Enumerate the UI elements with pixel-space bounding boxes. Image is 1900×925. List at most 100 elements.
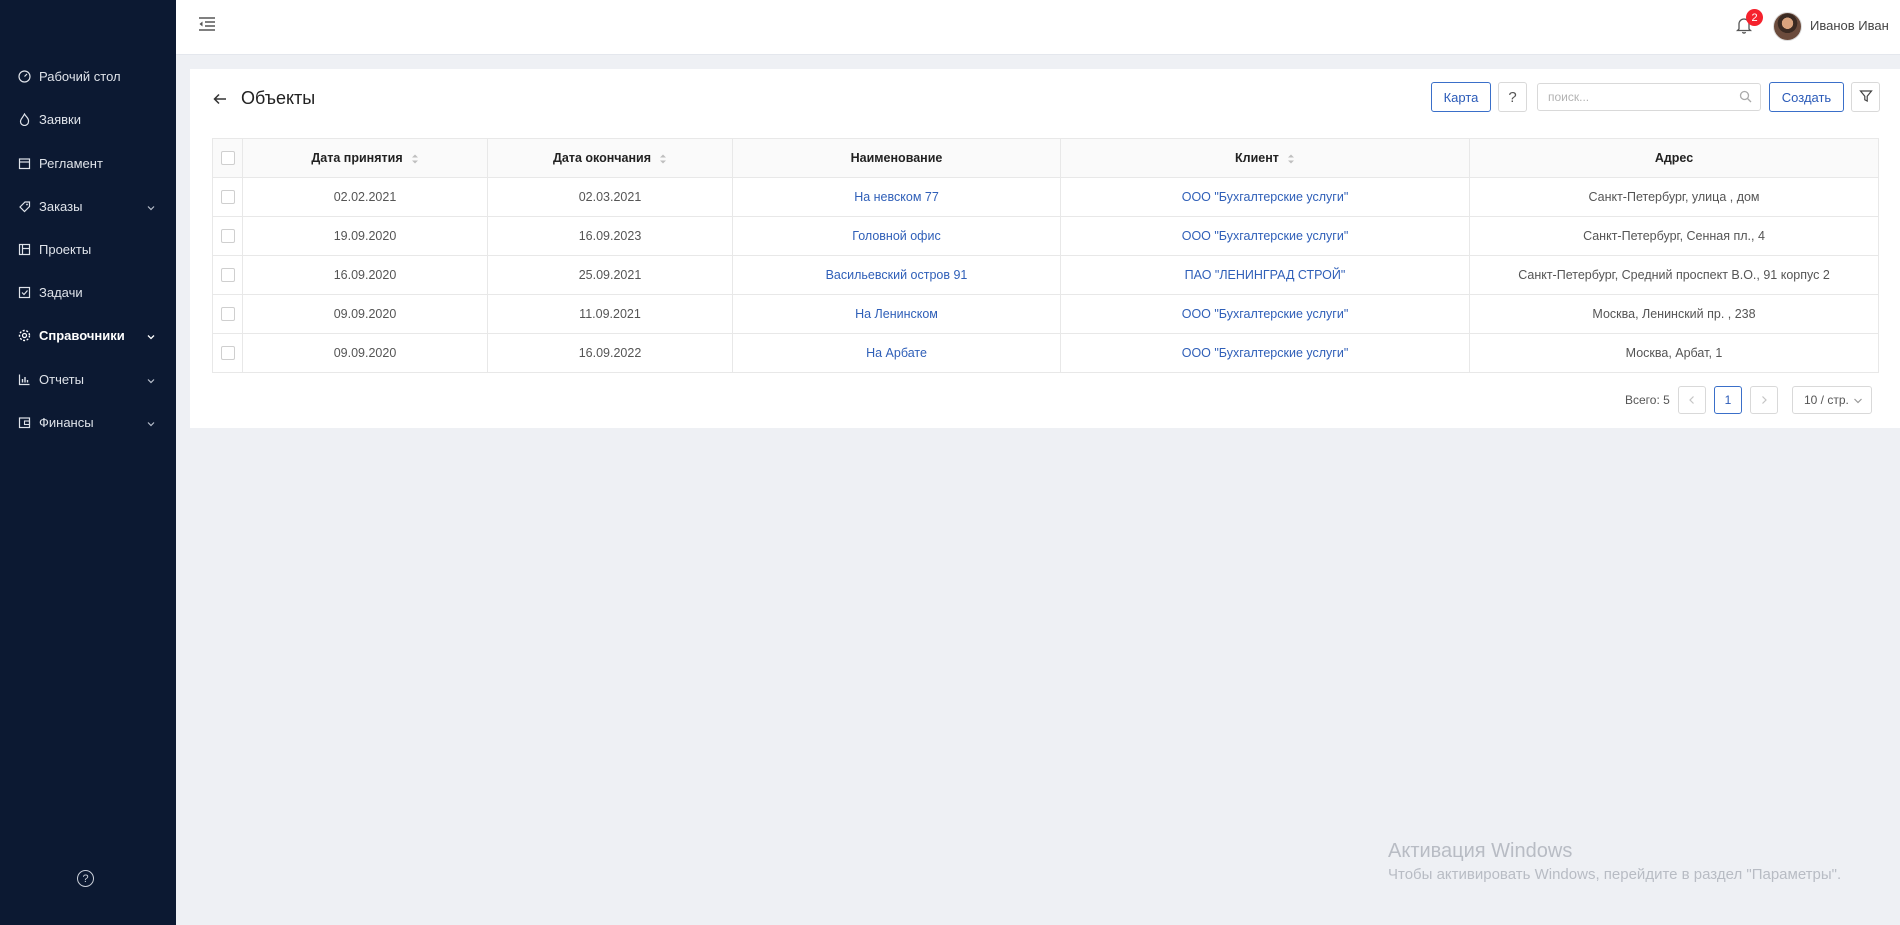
dashboard-icon — [18, 69, 31, 83]
project-icon — [18, 243, 31, 256]
prev-page-button[interactable] — [1678, 386, 1706, 414]
gear-icon — [18, 329, 31, 342]
start-date-cell: 19.09.2020 — [242, 216, 488, 256]
table-row[interactable]: 19.09.2020 16.09.2023 Головной офис ООО … — [212, 216, 1879, 256]
help-icon[interactable]: ? — [77, 870, 94, 887]
sidebar: Рабочий стол Заявки Регламент Заказы Про… — [0, 0, 176, 925]
notification-badge: 2 — [1746, 9, 1763, 26]
sidebar-item-label: Финансы — [39, 414, 94, 430]
row-checkbox[interactable] — [220, 268, 235, 283]
fire-icon — [18, 112, 31, 126]
object-link[interactable]: Головной офис — [852, 229, 940, 243]
next-page-button[interactable] — [1750, 386, 1778, 414]
name-cell: На невском 77 — [732, 177, 1061, 217]
page-size-value: 10 / стр. — [1804, 393, 1849, 407]
name-cell: На Арбате — [732, 333, 1061, 373]
objects-card: Объекты Карта ? Создать Дата принятия Да… — [190, 69, 1900, 428]
name-cell: Головной офис — [732, 216, 1061, 256]
column-start-date[interactable]: Дата принятия — [242, 138, 488, 178]
calendar-icon — [18, 157, 31, 170]
table-header-row: Дата принятия Дата окончания Наименовани… — [212, 138, 1879, 178]
windows-activation-title: Активация Windows — [1388, 840, 1573, 862]
sidebar-item-regulations[interactable]: Регламент — [0, 145, 176, 181]
client-link[interactable]: ООО "Бухгалтерские услуги" — [1182, 190, 1349, 204]
column-client[interactable]: Клиент — [1060, 138, 1470, 178]
sidebar-item-reports[interactable]: Отчеты — [0, 361, 176, 397]
column-label: Адрес — [1654, 151, 1694, 165]
table-row[interactable]: 09.09.2020 16.09.2022 На Арбате ООО "Бух… — [212, 333, 1879, 373]
column-address: Адрес — [1469, 138, 1879, 178]
object-link[interactable]: На невском 77 — [854, 190, 939, 204]
windows-activation-subtitle: Чтобы активировать Windows, перейдите в … — [1388, 866, 1842, 883]
search-input[interactable] — [1537, 83, 1761, 111]
chevron-down-icon — [146, 417, 156, 427]
sidebar-item-tasks[interactable]: Задачи — [0, 274, 176, 310]
end-date-cell: 16.09.2022 — [487, 333, 733, 373]
page-number-button[interactable]: 1 — [1714, 386, 1742, 414]
client-cell: ООО "Бухгалтерские услуги" — [1060, 216, 1470, 256]
start-date-cell: 16.09.2020 — [242, 255, 488, 295]
sort-icon[interactable] — [659, 153, 667, 165]
help-button[interactable]: ? — [1498, 82, 1527, 112]
create-button[interactable]: Создать — [1769, 82, 1844, 112]
sort-icon[interactable] — [411, 153, 419, 165]
column-label: Дата окончания — [552, 151, 652, 165]
map-button[interactable]: Карта — [1431, 82, 1491, 112]
column-name: Наименование — [732, 138, 1061, 178]
wallet-icon — [18, 416, 31, 429]
back-arrow-icon[interactable] — [212, 91, 228, 107]
sidebar-item-label: Задачи — [39, 284, 83, 300]
sidebar-item-orders[interactable]: Заказы — [0, 188, 176, 224]
client-link[interactable]: ООО "Бухгалтерские услуги" — [1182, 229, 1349, 243]
client-link[interactable]: ПАО "ЛЕНИНГРАД СТРОЙ" — [1185, 268, 1346, 282]
table-row[interactable]: 02.02.2021 02.03.2021 На невском 77 ООО … — [212, 177, 1879, 217]
user-name[interactable]: Иванов Иван — [1810, 18, 1889, 33]
row-checkbox[interactable] — [220, 229, 235, 244]
sidebar-item-projects[interactable]: Проекты — [0, 231, 176, 267]
end-date-cell: 25.09.2021 — [487, 255, 733, 295]
sidebar-item-label: Регламент — [39, 155, 103, 171]
column-label: Наименование — [850, 151, 943, 165]
client-cell: ПАО "ЛЕНИНГРАД СТРОЙ" — [1060, 255, 1470, 295]
sidebar-item-label: Рабочий стол — [39, 68, 121, 84]
select-all-cell — [212, 138, 243, 178]
table-row[interactable]: 09.09.2020 11.09.2021 На Ленинском ООО "… — [212, 294, 1879, 334]
chevron-down-icon — [146, 201, 156, 211]
start-date-cell: 02.02.2021 — [242, 177, 488, 217]
client-cell: ООО "Бухгалтерские услуги" — [1060, 294, 1470, 334]
row-checkbox[interactable] — [220, 346, 235, 361]
page-size-select[interactable]: 10 / стр. — [1792, 386, 1872, 414]
row-checkbox[interactable] — [220, 307, 235, 322]
sidebar-item-label: Проекты — [39, 241, 92, 257]
select-all-checkbox[interactable] — [220, 151, 235, 166]
avatar[interactable] — [1773, 12, 1802, 41]
object-link[interactable]: Васильевский остров 91 — [826, 268, 968, 282]
sidebar-item-dashboard[interactable]: Рабочий стол — [0, 58, 176, 94]
row-select-cell — [212, 255, 243, 295]
chevron-down-icon — [146, 374, 156, 384]
row-select-cell — [212, 216, 243, 256]
object-link[interactable]: На Арбате — [866, 346, 927, 360]
search-icon[interactable] — [1739, 90, 1752, 103]
sidebar-item-directories[interactable]: Справочники — [0, 317, 176, 353]
filter-button[interactable] — [1851, 82, 1880, 112]
top-header: 2 Иванов Иван — [176, 0, 1900, 55]
chevron-right-icon — [1762, 396, 1767, 404]
row-checkbox[interactable] — [220, 190, 235, 205]
object-link[interactable]: На Ленинском — [855, 307, 938, 321]
client-link[interactable]: ООО "Бухгалтерские услуги" — [1182, 346, 1349, 360]
sidebar-item-requests[interactable]: Заявки — [0, 101, 176, 137]
client-link[interactable]: ООО "Бухгалтерские услуги" — [1182, 307, 1349, 321]
column-end-date[interactable]: Дата окончания — [487, 138, 733, 178]
menu-fold-icon[interactable] — [198, 16, 216, 32]
sidebar-item-label: Отчеты — [39, 371, 84, 387]
end-date-cell: 16.09.2023 — [487, 216, 733, 256]
end-date-cell: 11.09.2021 — [487, 294, 733, 334]
client-cell: ООО "Бухгалтерские услуги" — [1060, 177, 1470, 217]
address-cell: Москва, Ленинский пр. , 238 — [1469, 294, 1879, 334]
filter-icon — [1858, 89, 1873, 106]
sidebar-item-finance[interactable]: Финансы — [0, 404, 176, 440]
sort-icon[interactable] — [1287, 153, 1295, 165]
objects-table: Дата принятия Дата окончания Наименовани… — [212, 138, 1879, 373]
table-row[interactable]: 16.09.2020 25.09.2021 Васильевский остро… — [212, 255, 1879, 295]
